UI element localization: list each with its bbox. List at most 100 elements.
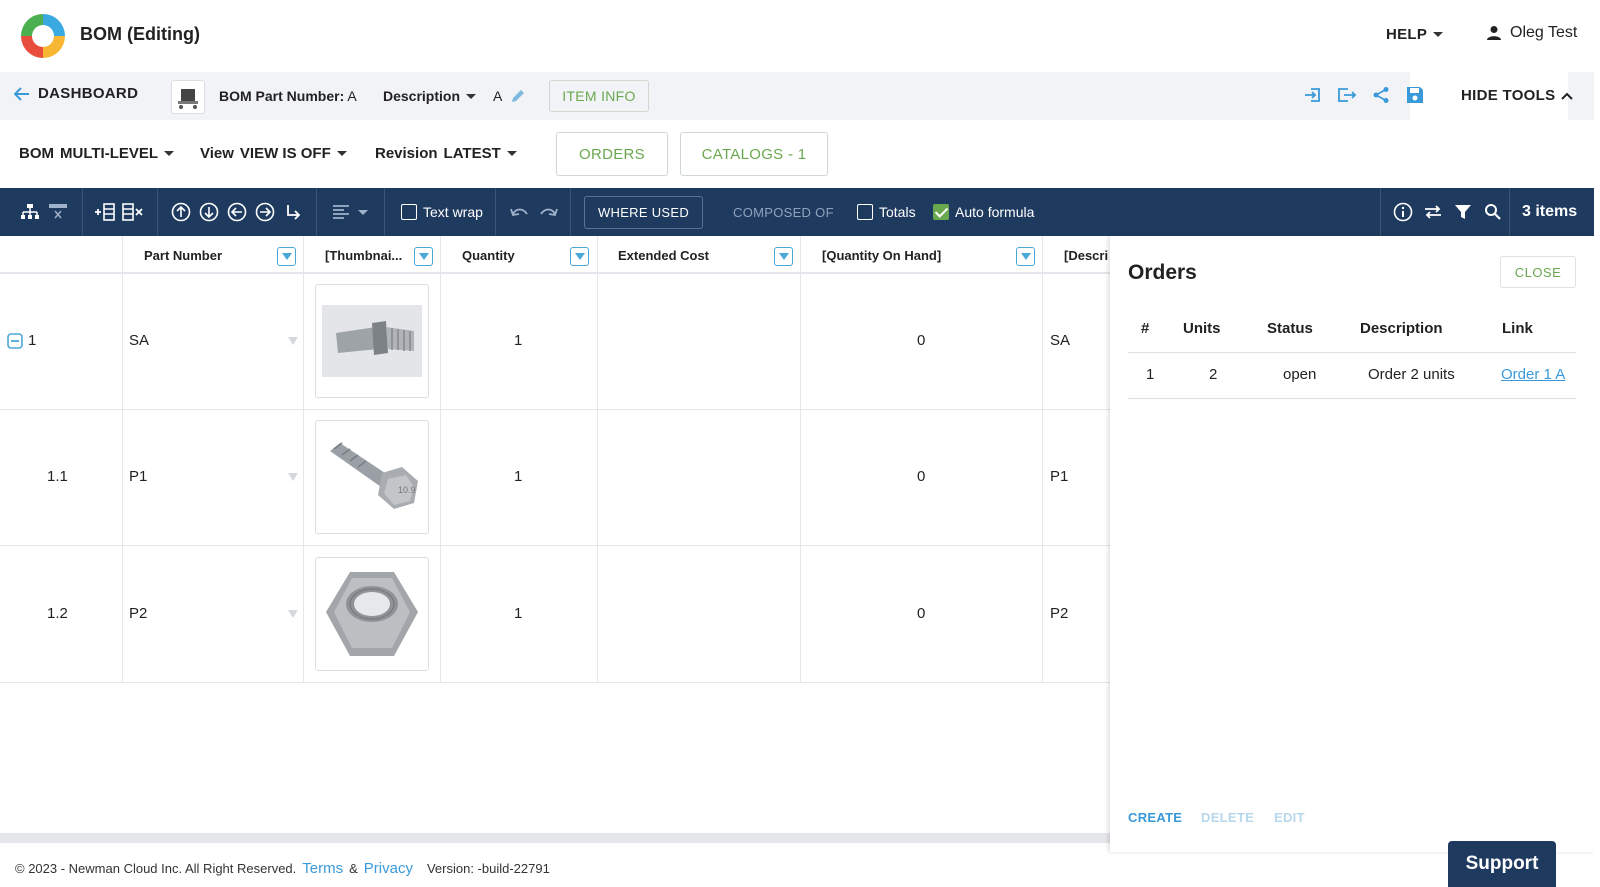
align-dropdown[interactable] bbox=[330, 188, 368, 236]
remove-column-icon[interactable] bbox=[122, 201, 144, 223]
row-divider bbox=[0, 409, 1112, 410]
help-menu[interactable]: HELP bbox=[1386, 26, 1444, 43]
filter-dropdown-icon[interactable] bbox=[414, 247, 433, 266]
save-icon[interactable] bbox=[1404, 84, 1426, 106]
add-column-icon[interactable] bbox=[94, 201, 116, 223]
description-cell[interactable]: SA bbox=[1050, 332, 1070, 349]
column-header-thumbnail[interactable]: [Thumbnai... bbox=[325, 236, 402, 274]
row-divider bbox=[0, 545, 1112, 546]
text-wrap-checkbox[interactable]: Text wrap bbox=[401, 188, 483, 236]
text-wrap-check bbox=[401, 204, 417, 220]
import-icon[interactable] bbox=[1302, 84, 1324, 106]
user-menu[interactable]: Oleg Test bbox=[1486, 24, 1577, 42]
privacy-link[interactable]: Privacy bbox=[364, 860, 413, 877]
swap-icon[interactable] bbox=[1422, 201, 1444, 223]
redo-icon[interactable] bbox=[538, 201, 560, 223]
share-icon[interactable] bbox=[1370, 84, 1392, 106]
column-header-extended-cost[interactable]: Extended Cost bbox=[618, 236, 709, 274]
part-number-cell[interactable]: P1 bbox=[129, 468, 147, 485]
filter-dropdown-icon[interactable] bbox=[774, 247, 793, 266]
description-dropdown[interactable]: Description bbox=[383, 88, 477, 104]
column-header-quantity[interactable]: Quantity bbox=[462, 236, 515, 274]
part-number-cell[interactable]: SA bbox=[129, 332, 149, 349]
app-logo-icon[interactable] bbox=[18, 11, 68, 61]
part-thumbnail[interactable] bbox=[315, 284, 429, 398]
info-icon[interactable] bbox=[1392, 201, 1414, 223]
chevron-down-icon[interactable] bbox=[288, 610, 298, 618]
chevron-down-icon[interactable] bbox=[288, 473, 298, 481]
filter-dropdown-icon[interactable] bbox=[277, 247, 296, 266]
item-info-button[interactable]: ITEM INFO bbox=[549, 80, 649, 112]
table-tools-group bbox=[1392, 188, 1504, 236]
move-right-icon[interactable] bbox=[254, 201, 276, 223]
part-thumbnail[interactable]: 10.9 bbox=[315, 420, 429, 534]
orders-button[interactable]: ORDERS bbox=[556, 132, 668, 176]
bom-part-number: BOM Part Number: A bbox=[219, 88, 357, 104]
edit-button[interactable]: EDIT bbox=[1274, 810, 1305, 825]
order-link[interactable]: Order 1 A bbox=[1501, 366, 1565, 383]
part-thumbnail[interactable] bbox=[315, 557, 429, 671]
chevron-up-icon bbox=[1561, 92, 1574, 100]
horizontal-scrollbar[interactable] bbox=[0, 833, 1112, 843]
part-thumbnail[interactable] bbox=[171, 80, 205, 114]
quantity-cell[interactable]: 1 bbox=[514, 332, 522, 349]
bom-part-value: A bbox=[347, 88, 357, 104]
quantity-on-hand-cell[interactable]: 0 bbox=[917, 468, 925, 485]
totals-check bbox=[857, 204, 873, 220]
close-button[interactable]: CLOSE bbox=[1500, 256, 1576, 288]
export-icon[interactable] bbox=[1336, 84, 1358, 106]
tree-collapse-icon[interactable] bbox=[47, 201, 69, 223]
quantity-on-hand-cell[interactable]: 0 bbox=[917, 332, 925, 349]
search-icon[interactable] bbox=[1482, 201, 1504, 223]
undo-icon[interactable] bbox=[508, 201, 530, 223]
bom-type-dropdown[interactable]: BOM MULTI-LEVEL bbox=[19, 145, 175, 162]
order-description: Order 2 units bbox=[1368, 366, 1455, 383]
create-button[interactable]: CREATE bbox=[1128, 810, 1182, 825]
toolbar-divider bbox=[82, 188, 83, 236]
where-used-button[interactable]: WHERE USED bbox=[584, 196, 703, 229]
quantity-cell[interactable]: 1 bbox=[514, 605, 522, 622]
collapse-icon[interactable] bbox=[7, 333, 23, 349]
delete-button[interactable]: DELETE bbox=[1201, 810, 1254, 825]
pencil-icon[interactable] bbox=[510, 88, 526, 104]
support-button[interactable]: Support bbox=[1448, 841, 1556, 887]
chevron-down-icon bbox=[506, 151, 517, 156]
part-actions bbox=[1302, 84, 1426, 106]
column-divider bbox=[597, 236, 598, 682]
column-header-part-number[interactable]: Part Number bbox=[144, 236, 222, 274]
quantity-on-hand-cell[interactable]: 0 bbox=[917, 605, 925, 622]
description-cell[interactable]: P1 bbox=[1050, 468, 1068, 485]
hide-tools-button[interactable]: HIDE TOOLS bbox=[1461, 87, 1574, 104]
terms-link[interactable]: Terms bbox=[302, 860, 343, 877]
chevron-down-icon[interactable] bbox=[288, 337, 298, 345]
window-edge bbox=[1594, 0, 1600, 887]
footer: © 2023 - Newman Cloud Inc. All Right Res… bbox=[15, 860, 550, 877]
column-header-description[interactable]: [Descri bbox=[1064, 236, 1108, 274]
indent-icon[interactable] bbox=[282, 201, 304, 223]
column-header-quantity-on-hand[interactable]: [Quantity On Hand] bbox=[822, 236, 941, 274]
filter-icon[interactable] bbox=[1452, 201, 1474, 223]
auto-formula-checkbox[interactable]: Auto formula bbox=[933, 188, 1034, 236]
filter-dropdown-icon[interactable] bbox=[1016, 247, 1035, 266]
move-left-icon[interactable] bbox=[226, 201, 248, 223]
catalogs-button[interactable]: CATALOGS - 1 bbox=[680, 132, 828, 176]
assembly-thumbnail-icon bbox=[178, 89, 198, 109]
move-down-icon[interactable] bbox=[198, 201, 220, 223]
app-title: BOM (Editing) bbox=[80, 24, 200, 44]
view-dropdown[interactable]: View VIEW IS OFF bbox=[200, 145, 347, 162]
hex-nut-icon bbox=[322, 564, 422, 664]
toolbar-divider bbox=[570, 188, 571, 236]
dashboard-link[interactable]: DASHBOARD bbox=[14, 85, 138, 102]
quantity-cell[interactable]: 1 bbox=[514, 468, 522, 485]
composed-of-button[interactable]: COMPOSED OF bbox=[733, 205, 834, 220]
totals-checkbox[interactable]: Totals bbox=[857, 188, 916, 236]
revision-dropdown[interactable]: Revision LATEST bbox=[375, 145, 517, 162]
auto-formula-check bbox=[933, 204, 949, 220]
filter-dropdown-icon[interactable] bbox=[570, 247, 589, 266]
toolbar-divider bbox=[316, 188, 317, 236]
description-cell[interactable]: P2 bbox=[1050, 605, 1068, 622]
text-wrap-label: Text wrap bbox=[423, 204, 483, 220]
move-up-icon[interactable] bbox=[170, 201, 192, 223]
tree-expand-icon[interactable] bbox=[19, 201, 41, 223]
part-number-cell[interactable]: P2 bbox=[129, 605, 147, 622]
